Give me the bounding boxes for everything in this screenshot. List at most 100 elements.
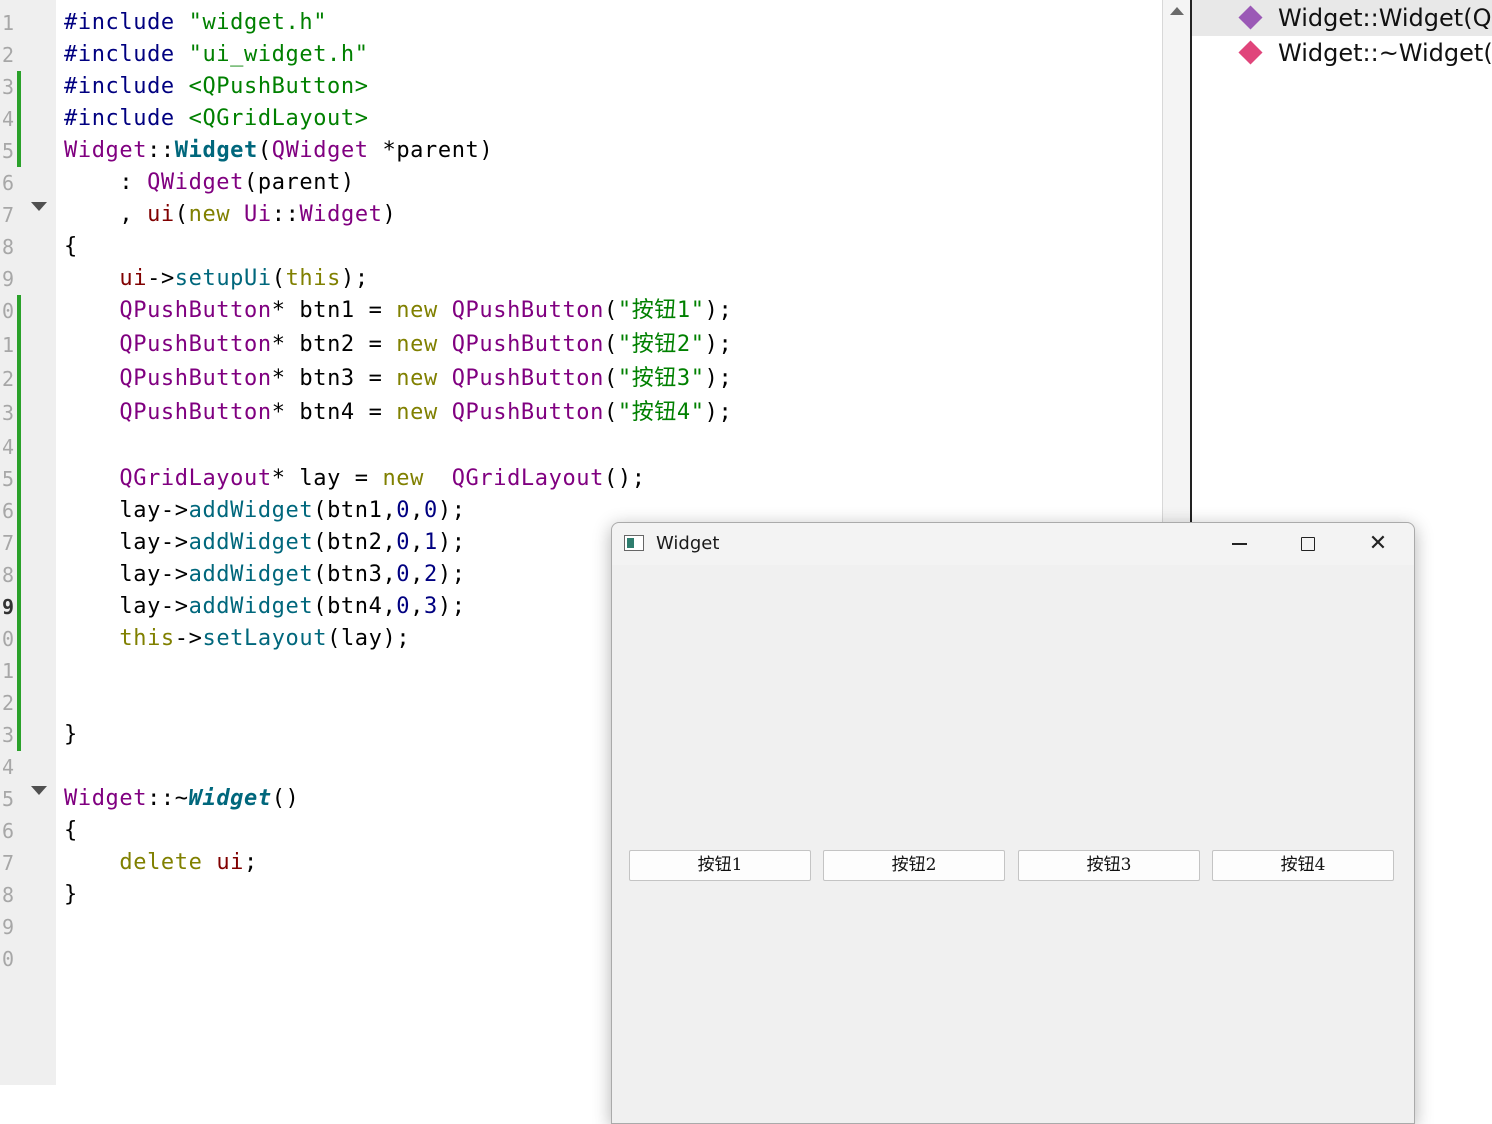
code-line[interactable]: Widget::Widget(QWidget *parent) (64, 135, 493, 167)
window-titlebar[interactable]: Widget ✕ (612, 523, 1414, 565)
code-token: } (64, 722, 78, 747)
code-token: "按钮3" (617, 366, 705, 391)
code-token: ); (704, 298, 733, 323)
code-token: } (64, 882, 78, 907)
push-button-4[interactable]: 按钮4 (1212, 850, 1394, 881)
code-line[interactable]: QPushButton* btn2 = new QPushButton("按钮2… (64, 329, 732, 361)
code-token: new (396, 332, 438, 357)
code-token: lay-> (64, 498, 189, 523)
code-line[interactable]: #include <QPushButton> (64, 71, 369, 103)
code-line[interactable]: lay->addWidget(btn4,0,3); (64, 591, 466, 623)
code-token: QPushButton (119, 332, 272, 357)
outline-item-label: Widget::~Widget() (1278, 39, 1492, 67)
code-token: Widget (64, 138, 148, 163)
code-token: , (410, 498, 425, 523)
minimize-button[interactable] (1205, 523, 1271, 565)
code-line[interactable]: QGridLayout* lay = new QGridLayout(); (64, 463, 646, 495)
code-line[interactable]: { (64, 231, 78, 263)
code-token: 3 (424, 594, 438, 619)
code-token: (); (604, 466, 646, 491)
code-token: Widget (188, 786, 272, 811)
code-line[interactable]: lay->addWidget(btn3,0,2); (64, 559, 466, 591)
close-button[interactable]: ✕ (1345, 523, 1411, 565)
code-token: , (410, 562, 425, 587)
push-button-3[interactable]: 按钮3 (1018, 850, 1200, 881)
code-line[interactable]: lay->addWidget(btn1,0,0); (64, 495, 466, 527)
code-token: 0 (396, 562, 411, 587)
code-token: lay-> (64, 594, 189, 619)
code-line[interactable]: ui->setupUi(this); (64, 263, 369, 295)
maximize-button[interactable] (1275, 523, 1341, 565)
code-token: ( (604, 298, 618, 323)
code-token: addWidget (188, 498, 314, 523)
code-line[interactable]: #include <QGridLayout> (64, 103, 369, 135)
code-token: ( (257, 138, 272, 163)
widget-window: Widget ✕ 按钮1 按钮2 按钮3 按钮4 (611, 522, 1415, 1124)
code-token: : (64, 170, 148, 195)
code-token: -> (147, 266, 175, 291)
code-token: :: (147, 138, 175, 163)
code-line[interactable]: Widget::~Widget() (64, 783, 299, 815)
code-token: QWidget (147, 170, 244, 195)
close-icon: ✕ (1368, 531, 1388, 556)
code-line[interactable]: #include "widget.h" (64, 7, 327, 39)
code-line[interactable]: : QWidget(parent) (64, 167, 355, 199)
code-line[interactable]: #include "ui_widget.h" (64, 39, 369, 71)
code-token: ); (704, 366, 733, 391)
maximize-icon (1301, 537, 1315, 551)
code-line[interactable]: { (64, 815, 78, 847)
code-token: :: (271, 202, 300, 227)
method-icon (1238, 5, 1263, 30)
code-token: ); (437, 498, 466, 523)
scroll-up-arrow-icon[interactable] (1170, 7, 1184, 15)
code-token: 1 (424, 530, 438, 555)
code-token: QPushButton (119, 366, 272, 391)
code-token: 0 (424, 498, 438, 523)
code-token: "ui_widget.h" (188, 42, 369, 67)
code-line[interactable]: QPushButton* btn4 = new QPushButton("按钮4… (64, 397, 732, 429)
code-token: this (119, 626, 175, 651)
code-token: QPushButton (119, 298, 272, 323)
code-token: ( (271, 266, 286, 291)
code-token: QPushButton (451, 298, 604, 323)
push-button-1[interactable]: 按钮1 (629, 850, 811, 881)
code-line[interactable]: , ui(new Ui::Widget) (64, 199, 396, 231)
code-line[interactable]: lay->addWidget(btn2,0,1); (64, 527, 466, 559)
code-line[interactable]: } (64, 879, 78, 911)
code-token: ( (174, 202, 189, 227)
code-token: new (396, 298, 438, 323)
window-title: Widget (656, 533, 720, 554)
code-token: #include (64, 74, 189, 99)
code-token: ::~ (147, 786, 189, 811)
code-token: (btn1, (313, 498, 397, 523)
code-token: QGridLayout (119, 466, 272, 491)
code-token: "按钮1" (617, 298, 705, 323)
code-token: ui (147, 202, 175, 227)
code-token: delete (119, 850, 203, 875)
outline-item-constructor[interactable]: Widget::Widget(QWidget *parent) (1192, 0, 1492, 36)
code-token: , (410, 530, 425, 555)
code-line[interactable]: QPushButton* btn3 = new QPushButton("按钮3… (64, 363, 732, 395)
outline-item-destructor[interactable]: Widget::~Widget() (1192, 35, 1492, 71)
code-token: * btn2 = (271, 332, 397, 357)
code-line[interactable]: delete ui; (64, 847, 258, 879)
code-token: "widget.h" (188, 10, 328, 35)
code-token: new (396, 366, 438, 391)
code-line[interactable]: this->setLayout(lay); (64, 623, 410, 655)
code-line[interactable]: } (64, 719, 78, 751)
code-token: 2 (424, 562, 438, 587)
code-token: ; (244, 850, 258, 875)
code-token: setLayout (202, 626, 328, 651)
code-line[interactable]: QPushButton* btn1 = new QPushButton("按钮1… (64, 295, 732, 327)
push-button-2[interactable]: 按钮2 (823, 850, 1005, 881)
code-token: * lay = (271, 466, 383, 491)
code-token: (btn4, (313, 594, 397, 619)
